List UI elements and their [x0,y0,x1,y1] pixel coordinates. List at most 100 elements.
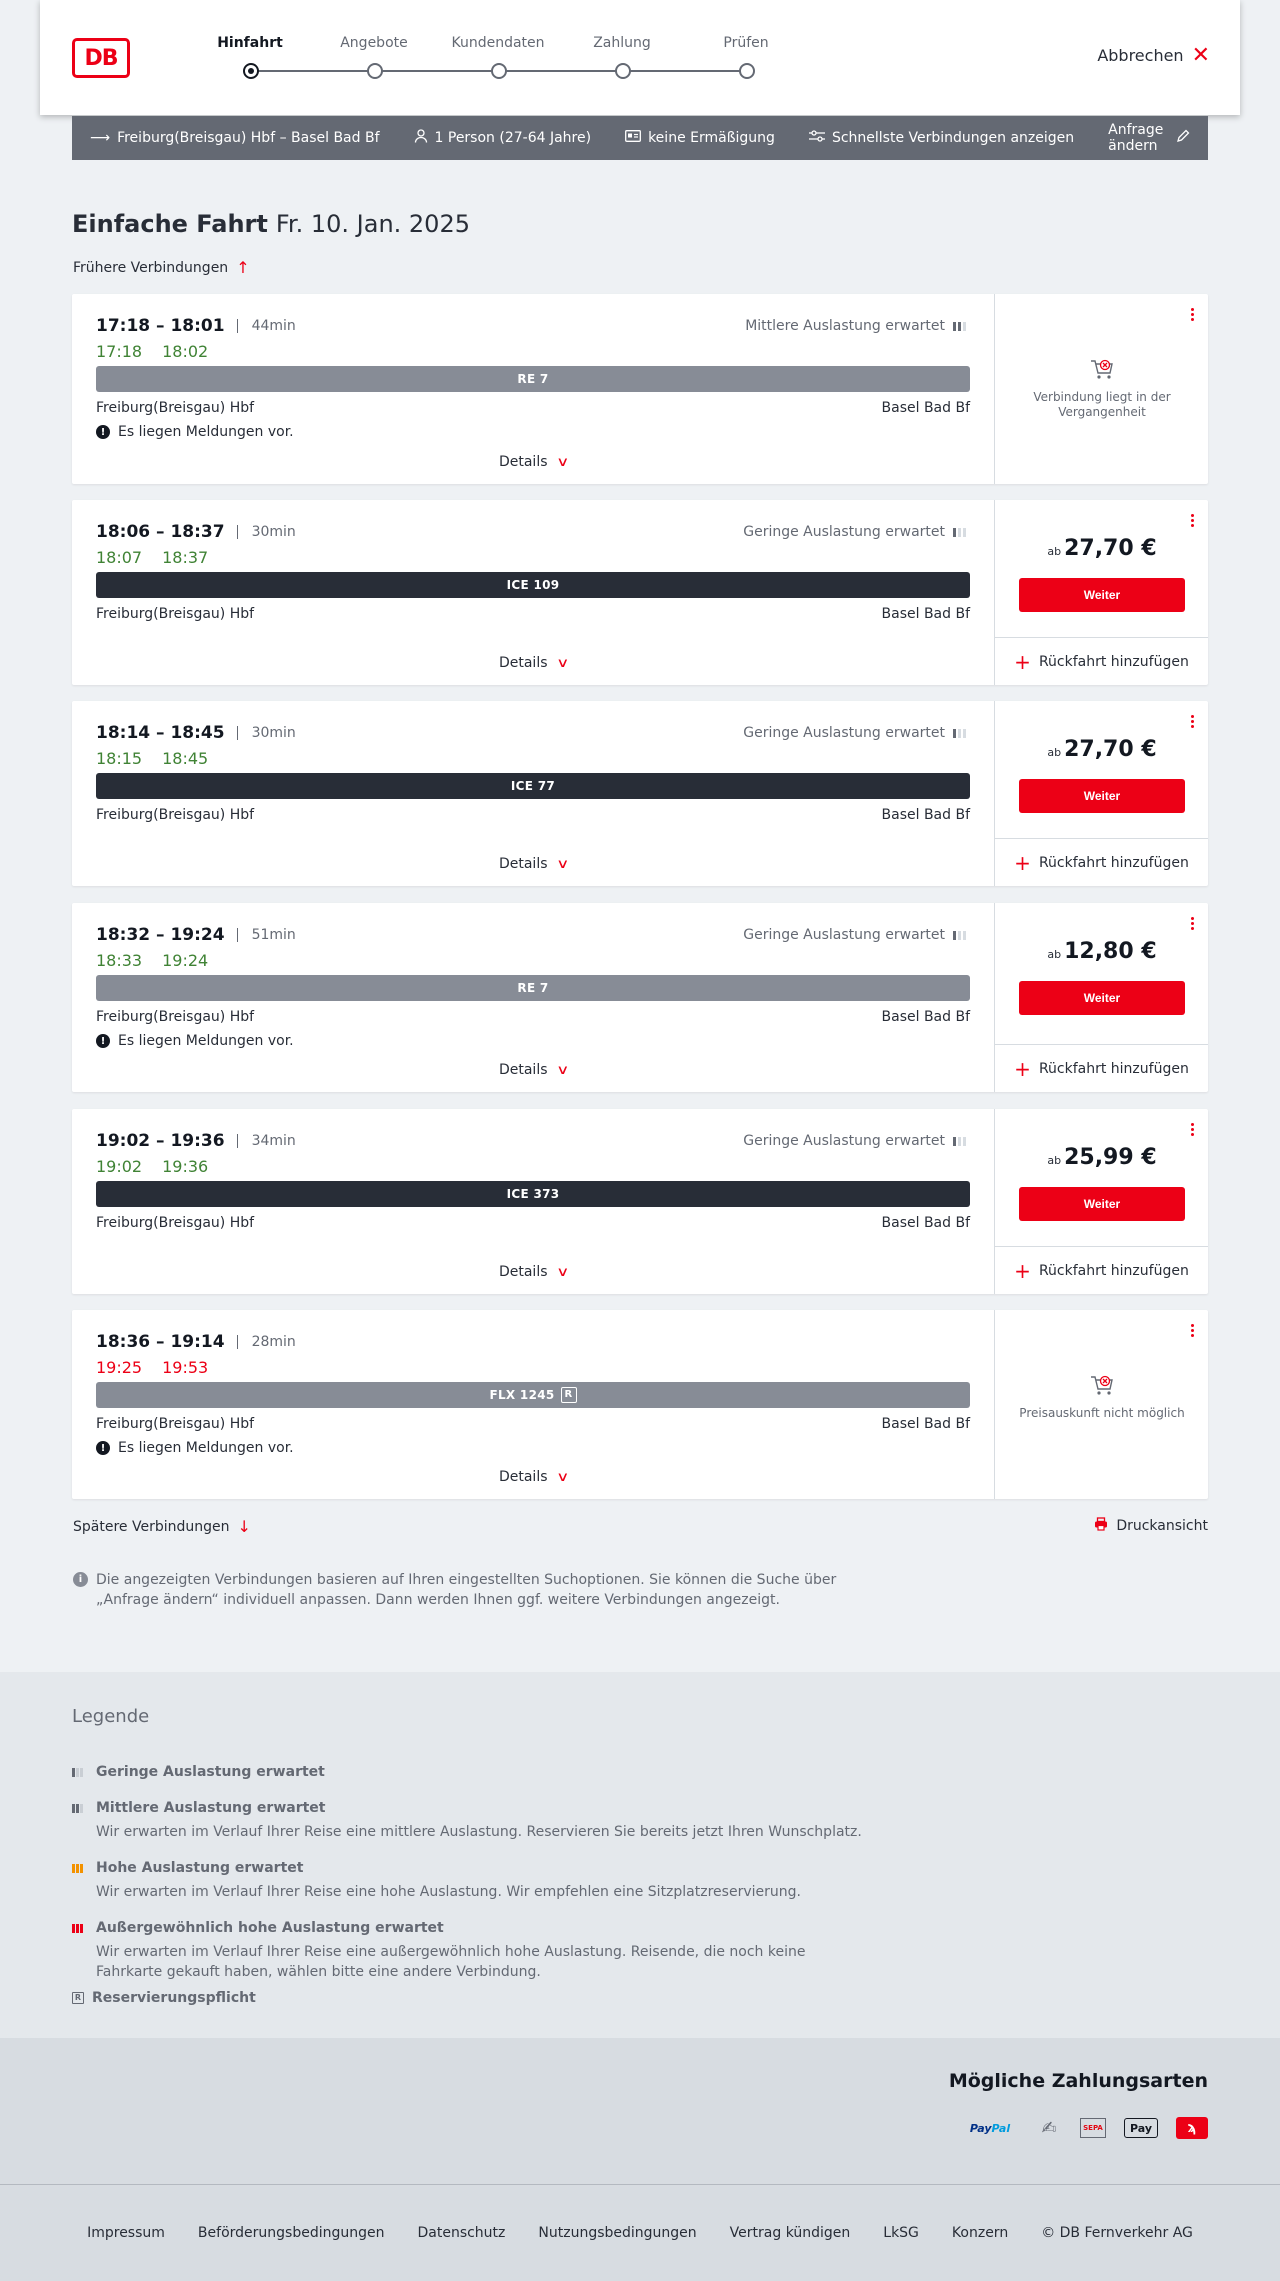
details-toggle[interactable]: Details ∨ [72,655,994,671]
train-bar[interactable]: ICE 373 [96,1181,970,1207]
footer-link[interactable]: Vertrag kündigen [730,2225,851,2241]
messages-notice[interactable]: ! Es liegen Meldungen vor. [96,1033,294,1049]
price-value: 25,99 € [1064,1145,1157,1170]
persons-text: 1 Person (27-64 Jahre) [434,130,592,146]
connection-card: 18:14 – 18:45 30min 18:15 18:45 Geringe Ausl… [72,701,1208,886]
connection-main: 18:06 – 18:37 30min 18:07 18:37 Geringe Ausl… [72,500,994,685]
step-label: Zahlung [593,35,651,51]
realtime-arrival: 18:02 [162,342,209,361]
db-payment-logo: ϡ [1176,2117,1208,2139]
step-label: Prüfen [723,35,769,51]
add-return-button[interactable]: + Rückfahrt hinzufügen [995,1246,1208,1294]
train-bar[interactable]: RE 7 [96,366,970,392]
header: DB Hinfahrt Angebote Kundendaten Zahlung Prü… [40,0,1240,115]
continue-button[interactable]: Weiter [1019,981,1185,1015]
step-circle [243,63,259,79]
step-3[interactable]: Zahlung [572,34,672,79]
more-options-icon[interactable] [1191,1324,1194,1339]
page-title: Einfache Fahrt Fr. 10. Jan. 2025 [72,210,470,238]
print-view-link[interactable]: Druckansicht [1094,1517,1208,1535]
chevron-down-icon: ∨ [555,1264,569,1280]
print-label: Druckansicht [1116,1518,1208,1534]
unavailable-text: Verbindung liegt in der Vergangenheit [1033,390,1171,419]
footer-links: Impressum Beförderungsbedingungen Datensch… [0,2225,1280,2241]
add-return-button[interactable]: + Rückfahrt hinzufügen [995,838,1208,886]
legend-item-head: Außergewöhnlich hohe Auslastung erwartet [72,1920,872,1936]
train-name: ICE 373 [506,1187,560,1201]
step-2[interactable]: Kundendaten [448,34,548,79]
persons-summary[interactable]: 1 Person (27-64 Jahre) [414,129,592,147]
step-4[interactable]: Prüfen [696,34,796,79]
realtime-times: 17:18 18:02 [96,342,228,361]
later-connections-link[interactable]: Spätere Verbindungen ↓ [73,1517,251,1536]
legend-section: Legende Geringe Auslastung erwartet Mittl… [0,1672,1280,2038]
realtime-times: 19:25 19:53 [96,1358,228,1377]
footer-link[interactable]: Beförderungsbedingungen [198,2225,385,2241]
legend-item-head: Geringe Auslastung erwartet [72,1764,872,1780]
destination-station: Basel Bad Bf [881,1416,970,1432]
plus-icon: + [1014,1258,1031,1283]
footer-link[interactable]: Nutzungsbedingungen [538,2225,696,2241]
offer-panel: Preisauskunft nicht möglich [994,1310,1208,1499]
legend-item: Mittlere Auslastung erwartet Wir erwarten… [72,1800,872,1842]
footer-link[interactable]: LkSG [883,2225,919,2241]
legend-label: Außergewöhnlich hohe Auslastung erwartet [96,1920,444,1936]
footer-link[interactable]: Impressum [87,2225,165,2241]
footer-link[interactable]: Konzern [952,2225,1008,2241]
warning-icon: ! [96,425,110,439]
messages-notice[interactable]: ! Es liegen Meldungen vor. [96,424,294,440]
legend-description: Wir erwarten im Verlauf Ihrer Reise eine… [96,1884,801,1900]
continue-button[interactable]: Weiter [1019,1187,1185,1221]
train-bar[interactable]: ICE 109 [96,572,970,598]
details-toggle[interactable]: Details ∨ [72,1469,994,1485]
step-1[interactable]: Angebote [324,34,424,79]
realtime-arrival: 18:45 [162,749,209,768]
footer: Impressum Beförderungsbedingungen Datensch… [0,2184,1280,2281]
add-return-button[interactable]: + Rückfahrt hinzufügen [995,637,1208,685]
db-logo[interactable]: DB [72,38,130,78]
details-toggle[interactable]: Details ∨ [72,856,994,872]
cancel-label: Abbrechen [1097,46,1184,65]
continue-button[interactable]: Weiter [1019,578,1185,612]
more-options-icon[interactable] [1191,917,1194,932]
price-unavailable: Verbindung liegt in der Vergangenheit [1015,356,1189,420]
earlier-connections-link[interactable]: Frühere Verbindungen ↑ [73,258,250,277]
details-toggle[interactable]: Details ∨ [72,454,994,470]
legend-label: Hohe Auslastung erwartet [96,1860,304,1876]
legend-title: Legende [72,1706,150,1727]
high-load-icon [72,1863,88,1873]
cancel-button[interactable]: Abbrechen ✕ [1097,44,1210,66]
legend-label: Reservierungspflicht [92,1990,256,2006]
messages-notice[interactable]: ! Es liegen Meldungen vor. [96,1440,294,1456]
details-toggle[interactable]: Details ∨ [72,1264,994,1280]
occupancy-text: Geringe Auslastung erwartet [743,1133,945,1149]
realtime-departure: 18:07 [96,548,143,567]
fastest-option[interactable]: Schnellste Verbindungen anzeigen [808,130,1075,146]
add-return-label: Rückfahrt hinzufügen [1038,854,1189,871]
payment-logos: Pay Pal ✍ SEPA Pay ϡ [962,2117,1208,2139]
payment-methods-title: Mögliche Zahlungsarten [948,2070,1208,2092]
connection-main: 18:14 – 18:45 30min 18:15 18:45 Geringe Ausl… [72,701,994,886]
add-return-button[interactable]: + Rückfahrt hinzufügen [995,1044,1208,1092]
train-bar[interactable]: RE 7 [96,975,970,1001]
details-label: Details [498,1062,548,1078]
more-options-icon[interactable] [1191,715,1194,730]
discount-summary[interactable]: keine Ermäßigung [625,130,775,146]
more-options-icon[interactable] [1191,308,1194,323]
edit-request-button[interactable]: Anfrage ändern [1108,122,1190,154]
continue-button[interactable]: Weiter [1019,779,1185,813]
more-options-icon[interactable] [1191,514,1194,529]
fastest-text: Schnellste Verbindungen anzeigen [831,130,1075,146]
separator [236,1335,238,1349]
details-toggle[interactable]: Details ∨ [72,1062,994,1078]
arrow-up-icon: ↑ [236,258,250,277]
train-bar[interactable]: FLX 1245 R [96,1382,970,1408]
later-label: Spätere Verbindungen [73,1518,230,1535]
train-bar[interactable]: ICE 77 [96,773,970,799]
footer-link[interactable]: Datenschutz [417,2225,505,2241]
route-summary[interactable]: ⟶ Freiburg(Breisgau) Hbf – Basel Bad Bf [90,130,380,146]
more-options-icon[interactable] [1191,1123,1194,1138]
low-load-icon [953,930,966,940]
separator [236,319,238,333]
realtime-arrival: 19:36 [162,1157,209,1176]
